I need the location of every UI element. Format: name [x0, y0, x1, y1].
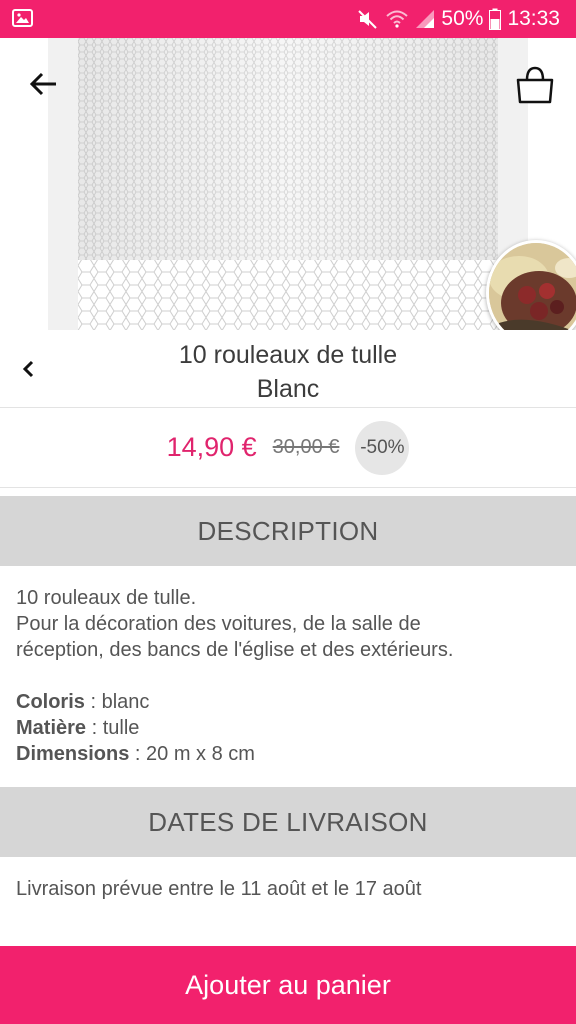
- description-line: Pour la décoration des voitures, de la s…: [16, 613, 421, 635]
- description-line: 10 rouleaux de tulle.: [16, 587, 197, 609]
- original-price: 30,00 €: [272, 436, 340, 458]
- add-to-cart-button[interactable]: Ajouter au panier: [0, 946, 576, 1024]
- description-line: réception, des bancs de l'église et des …: [16, 639, 454, 661]
- chevron-left-icon[interactable]: [16, 356, 42, 382]
- wifi-icon: [386, 10, 409, 28]
- current-price: 14,90 €: [166, 432, 257, 462]
- spec-material: Matière : tulle: [16, 715, 560, 741]
- back-arrow-icon[interactable]: [24, 64, 64, 104]
- description-header: DESCRIPTION: [0, 496, 576, 566]
- spec-dimensions: Dimensions : 20 m x 8 cm: [16, 741, 560, 767]
- product-title-bar: 10 rouleaux de tulle Blanc: [0, 330, 576, 408]
- discount-badge: -50%: [355, 420, 410, 475]
- status-bar: 50% 13:33: [0, 0, 576, 38]
- spec-label: Matière: [16, 717, 87, 739]
- battery-icon: [489, 8, 502, 30]
- product-image: [78, 38, 498, 330]
- price-row: 14,90 € 30,00 € -50%: [0, 408, 576, 488]
- clock: 13:33: [507, 7, 560, 30]
- signal-icon: [416, 10, 435, 28]
- product-title-line2: Blanc: [256, 375, 320, 403]
- shopping-bag-icon[interactable]: [512, 62, 558, 108]
- spec-label: Dimensions: [16, 743, 130, 765]
- spec-value: : 20 m x 8 cm: [129, 743, 255, 765]
- spec-color: Coloris : blanc: [16, 689, 560, 715]
- gallery-notification-icon: [12, 9, 33, 27]
- product-title: 10 rouleaux de tulle Blanc: [90, 338, 486, 406]
- delivery-dates-header: DATES DE LIVRAISON: [0, 787, 576, 857]
- delivery-dates-text: Livraison prévue entre le 11 août et le …: [16, 878, 422, 900]
- battery-percent: 50%: [441, 7, 484, 30]
- spec-value: : tulle: [86, 717, 140, 739]
- description-text: 10 rouleaux de tulle. Pour la décoration…: [16, 585, 560, 767]
- mute-icon: [358, 10, 378, 29]
- product-title-line1: 10 rouleaux de tulle: [178, 341, 398, 369]
- spec-label: Coloris: [16, 691, 85, 713]
- spec-value: : blanc: [84, 691, 150, 713]
